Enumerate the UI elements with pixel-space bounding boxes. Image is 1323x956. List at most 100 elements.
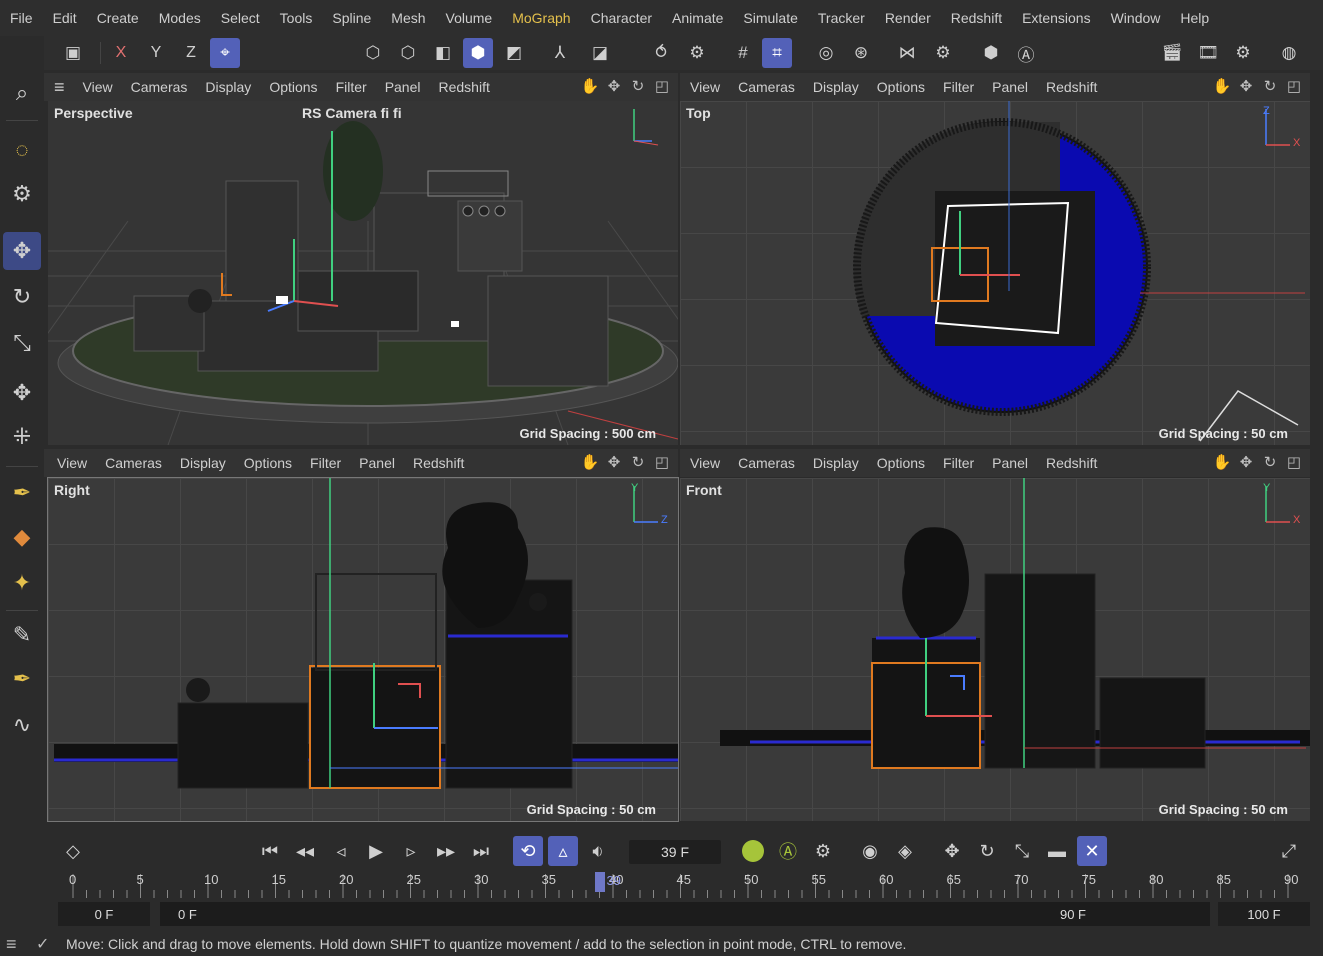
menu-volume[interactable]: Volume (436, 0, 503, 36)
menu-display[interactable]: Display (804, 455, 868, 471)
spline-pen-icon[interactable]: ✒ (3, 474, 41, 512)
key-settings-icon[interactable]: ⚙ (808, 836, 838, 866)
motion-record-icon[interactable]: ◉ (855, 836, 885, 866)
previous-key-icon[interactable]: ◂◂ (290, 836, 320, 866)
symmetry-icon[interactable]: ⋈ (892, 38, 922, 68)
menu-help[interactable]: Help (1170, 0, 1219, 36)
menu-render[interactable]: Render (875, 0, 941, 36)
edges-mode-icon[interactable]: ⬡ (393, 38, 423, 68)
menu-view[interactable]: View (680, 79, 729, 95)
texture-mode-icon[interactable]: ◩ (499, 38, 529, 68)
coordinate-system-button[interactable]: ⌖ (210, 38, 240, 68)
sound-icon[interactable]: 🔉︎ (583, 836, 613, 866)
redshift-render-icon[interactable]: ◍ (1274, 38, 1304, 68)
render-picture-icon[interactable]: 🎞︎ (1193, 38, 1223, 68)
y-axis-lock-button[interactable]: Y (141, 38, 171, 68)
right-viewport[interactable]: Right Y Z Grid Spacing : 50 cm (47, 477, 679, 822)
menu-mograph[interactable]: MoGraph (502, 0, 580, 36)
maximize-view-icon[interactable]: ◰ (1284, 76, 1304, 96)
workplane-icon[interactable]: # (728, 38, 758, 68)
menu-extensions[interactable]: Extensions (1012, 0, 1100, 36)
dolly-icon[interactable]: ✥ (604, 76, 624, 96)
menu-panel[interactable]: Panel (376, 79, 430, 95)
snap-settings-icon[interactable]: ⚙ (682, 38, 712, 68)
menu-animate[interactable]: Animate (662, 0, 733, 36)
maximize-view-icon[interactable]: ◰ (652, 76, 672, 96)
pan-hand-icon[interactable]: ✋ (580, 76, 600, 96)
multi-transform-icon[interactable]: ⁜ (3, 418, 41, 456)
hamburger-icon[interactable]: ≡ (44, 77, 74, 98)
motion-settings-icon[interactable]: ◈ (890, 836, 920, 866)
pan-hand-icon[interactable]: ✋ (1212, 452, 1232, 472)
key-position-icon[interactable]: ✥ (937, 836, 967, 866)
model-mode-icon[interactable]: ⬢ (463, 38, 493, 68)
spline-smooth-icon[interactable]: ∿ (3, 706, 41, 744)
dolly-icon[interactable]: ✥ (604, 452, 624, 472)
tweak-mode-icon[interactable]: ⥀ (646, 38, 676, 68)
menu-redshift[interactable]: Redshift (1037, 79, 1106, 95)
pan-hand-icon[interactable]: ✋ (1212, 76, 1232, 96)
playback-rate-icon[interactable]: ▵ (548, 836, 578, 866)
menu-display[interactable]: Display (171, 455, 235, 471)
live-selection-icon[interactable]: ◌ (3, 131, 41, 169)
render-region-icon[interactable]: ◎ (811, 38, 841, 68)
menu-options[interactable]: Options (868, 455, 934, 471)
scale-tool-icon[interactable]: ⤡ (3, 324, 41, 362)
redshift-view-icon[interactable]: ⬢ (976, 38, 1006, 68)
key-pla-icon[interactable]: ✕ (1077, 836, 1107, 866)
points-mode-icon[interactable]: ⬡ (358, 38, 388, 68)
edit-render-settings-icon[interactable]: ⚙ (1228, 38, 1258, 68)
menu-select[interactable]: Select (211, 0, 270, 36)
record-key-icon[interactable] (738, 836, 768, 866)
menu-cameras[interactable]: Cameras (96, 455, 171, 471)
snap-grid-icon[interactable]: ⌗ (762, 38, 792, 68)
autokey-icon[interactable]: Ⓐ (773, 836, 803, 866)
symmetry-settings-icon[interactable]: ⚙ (928, 38, 958, 68)
next-frame-icon[interactable]: ▹ (396, 836, 426, 866)
dolly-icon[interactable]: ✥ (1236, 76, 1256, 96)
menu-tracker[interactable]: Tracker (808, 0, 875, 36)
end-frame-field[interactable]: 100 F (1218, 902, 1310, 926)
redshift-ipr-icon[interactable]: Ⓐ (1011, 38, 1041, 68)
rotate-tool-icon[interactable]: ↻ (3, 278, 41, 316)
menu-redshift[interactable]: Redshift (941, 0, 1012, 36)
menu-options[interactable]: Options (868, 79, 934, 95)
menu-spline[interactable]: Spline (322, 0, 381, 36)
play-icon[interactable]: ▶ (361, 836, 391, 866)
menu-filter[interactable]: Filter (327, 79, 376, 95)
menu-window[interactable]: Window (1101, 0, 1171, 36)
start-frame-field[interactable]: 0 F (58, 902, 150, 926)
orbit-icon[interactable]: ↻ (628, 76, 648, 96)
menu-cameras[interactable]: Cameras (729, 79, 804, 95)
menu-redshift[interactable]: Redshift (430, 79, 499, 95)
menu-panel[interactable]: Panel (983, 455, 1037, 471)
menu-filter[interactable]: Filter (934, 455, 983, 471)
menu-panel[interactable]: Panel (350, 455, 404, 471)
loop-icon[interactable]: ⟲ (513, 836, 543, 866)
hamburger-icon[interactable]: ≡ (6, 934, 17, 955)
menu-character[interactable]: Character (581, 0, 662, 36)
menu-create[interactable]: Create (87, 0, 149, 36)
menu-options[interactable]: Options (235, 455, 301, 471)
pan-hand-icon[interactable]: ✋ (580, 452, 600, 472)
menu-filter[interactable]: Filter (301, 455, 350, 471)
fcurve-icon[interactable]: ⤢ (1274, 836, 1304, 866)
orbit-icon[interactable]: ↻ (1260, 76, 1280, 96)
menu-display[interactable]: Display (196, 79, 260, 95)
menu-view[interactable]: View (74, 79, 122, 95)
menu-edit[interactable]: Edit (43, 0, 87, 36)
menu-view[interactable]: View (680, 455, 729, 471)
menu-panel[interactable]: Panel (983, 79, 1037, 95)
selection-settings-icon[interactable]: ⚙ (3, 175, 41, 213)
key-rotation-icon[interactable]: ↻ (972, 836, 1002, 866)
menu-display[interactable]: Display (804, 79, 868, 95)
dolly-icon[interactable]: ✥ (1236, 452, 1256, 472)
orbit-icon[interactable]: ↻ (628, 452, 648, 472)
transform-tool-icon[interactable]: ✥ (3, 374, 41, 412)
sketch-icon[interactable]: ✒ (3, 660, 41, 698)
top-viewport[interactable]: Top Z X Grid Spacing : 50 cm (680, 101, 1310, 445)
solo-icon[interactable]: ◪ (585, 38, 615, 68)
polygons-mode-icon[interactable]: ◧ (428, 38, 458, 68)
axis-mode-icon[interactable]: ⅄ (545, 38, 575, 68)
maximize-view-icon[interactable]: ◰ (652, 452, 672, 472)
